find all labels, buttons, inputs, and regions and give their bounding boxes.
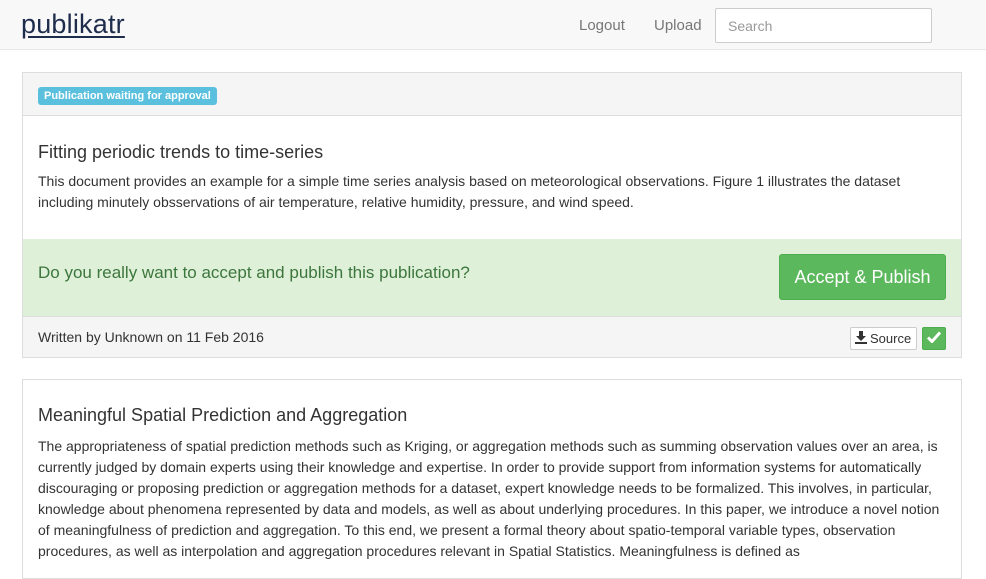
publication-abstract: The appropriateness of spatial predictio…	[38, 438, 940, 559]
logout-link[interactable]: Logout	[579, 17, 625, 34]
download-icon	[855, 330, 867, 347]
navbar: publikatr Logout Upload	[0, 0, 986, 50]
confirm-question: Do you really want to accept and publish…	[38, 263, 470, 282]
author-date-text: Written by Unknown on 11 Feb 2016	[38, 329, 264, 345]
confirm-alert: Do you really want to accept and publish…	[23, 239, 961, 316]
accept-publish-button[interactable]: Accept & Publish	[779, 254, 946, 300]
publication-abstract: This document provides an example for a …	[38, 173, 901, 210]
source-download-button[interactable]: Source	[850, 327, 918, 350]
publication-title[interactable]: Fitting periodic trends to time-series	[38, 142, 323, 163]
source-button-label: Source	[870, 331, 912, 346]
publication-card-header: Publication waiting for approval	[23, 73, 961, 116]
publication-card: Publication waiting for approval Fitting…	[22, 72, 962, 358]
search-input[interactable]	[715, 8, 932, 43]
publication-card: Meaningful Spatial Prediction and Aggreg…	[22, 379, 962, 579]
publication-card-footer: Written by Unknown on 11 Feb 2016 Source	[23, 316, 961, 357]
upload-link[interactable]: Upload	[654, 17, 702, 34]
checkmark-icon	[926, 331, 942, 346]
brand-logo[interactable]: publikatr	[21, 9, 125, 40]
publication-title[interactable]: Meaningful Spatial Prediction and Aggreg…	[38, 405, 407, 426]
status-badge: Publication waiting for approval	[38, 87, 217, 105]
approve-check-button[interactable]	[922, 327, 946, 350]
